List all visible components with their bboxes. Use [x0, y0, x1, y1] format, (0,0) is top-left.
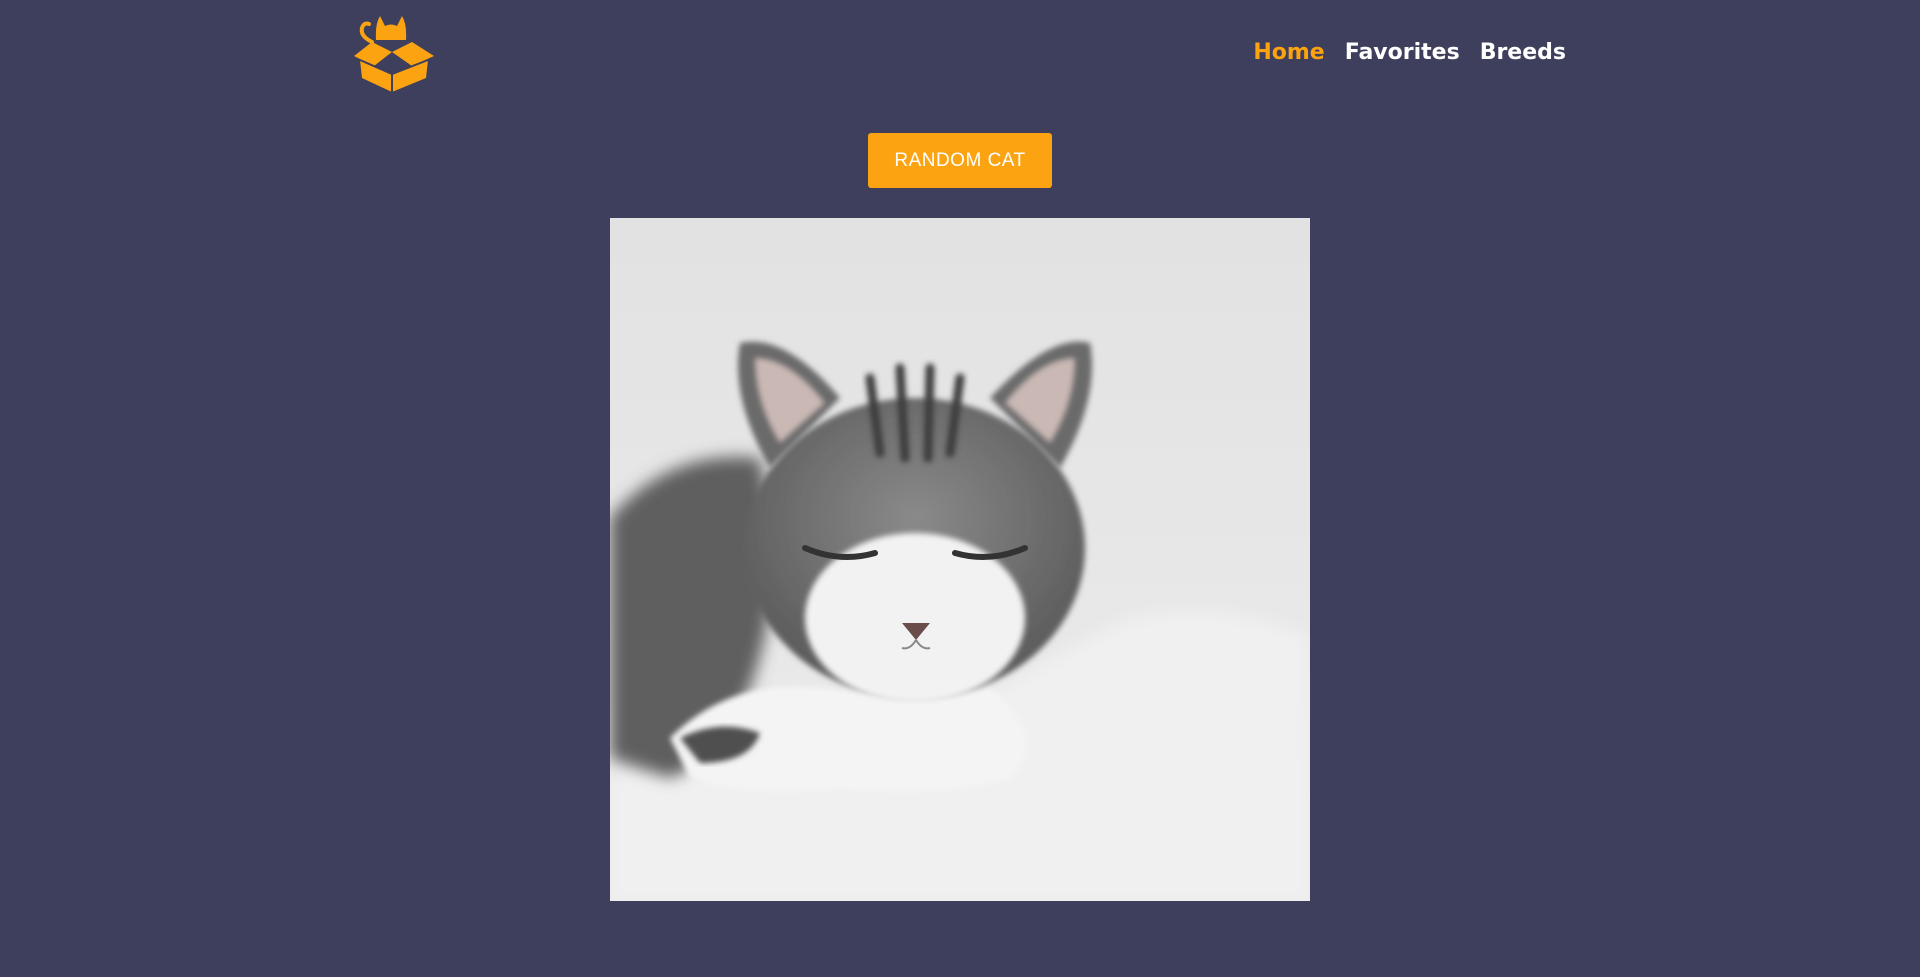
- page: Home Favorites Breeds RANDOM CAT: [0, 0, 1920, 977]
- sleeping-cat-image: [610, 218, 1310, 901]
- cat-photo: [610, 218, 1310, 901]
- nav-home-link[interactable]: Home: [1253, 38, 1324, 68]
- nav-breeds-link[interactable]: Breeds: [1480, 38, 1566, 68]
- site-header: Home Favorites Breeds: [0, 0, 1920, 100]
- nav-favorites-link[interactable]: Favorites: [1345, 38, 1460, 68]
- cat-in-box-icon: [354, 16, 434, 92]
- logo-link[interactable]: [350, 6, 438, 94]
- random-cat-button[interactable]: RANDOM CAT: [868, 133, 1052, 188]
- main-nav: Home Favorites Breeds: [1253, 38, 1566, 68]
